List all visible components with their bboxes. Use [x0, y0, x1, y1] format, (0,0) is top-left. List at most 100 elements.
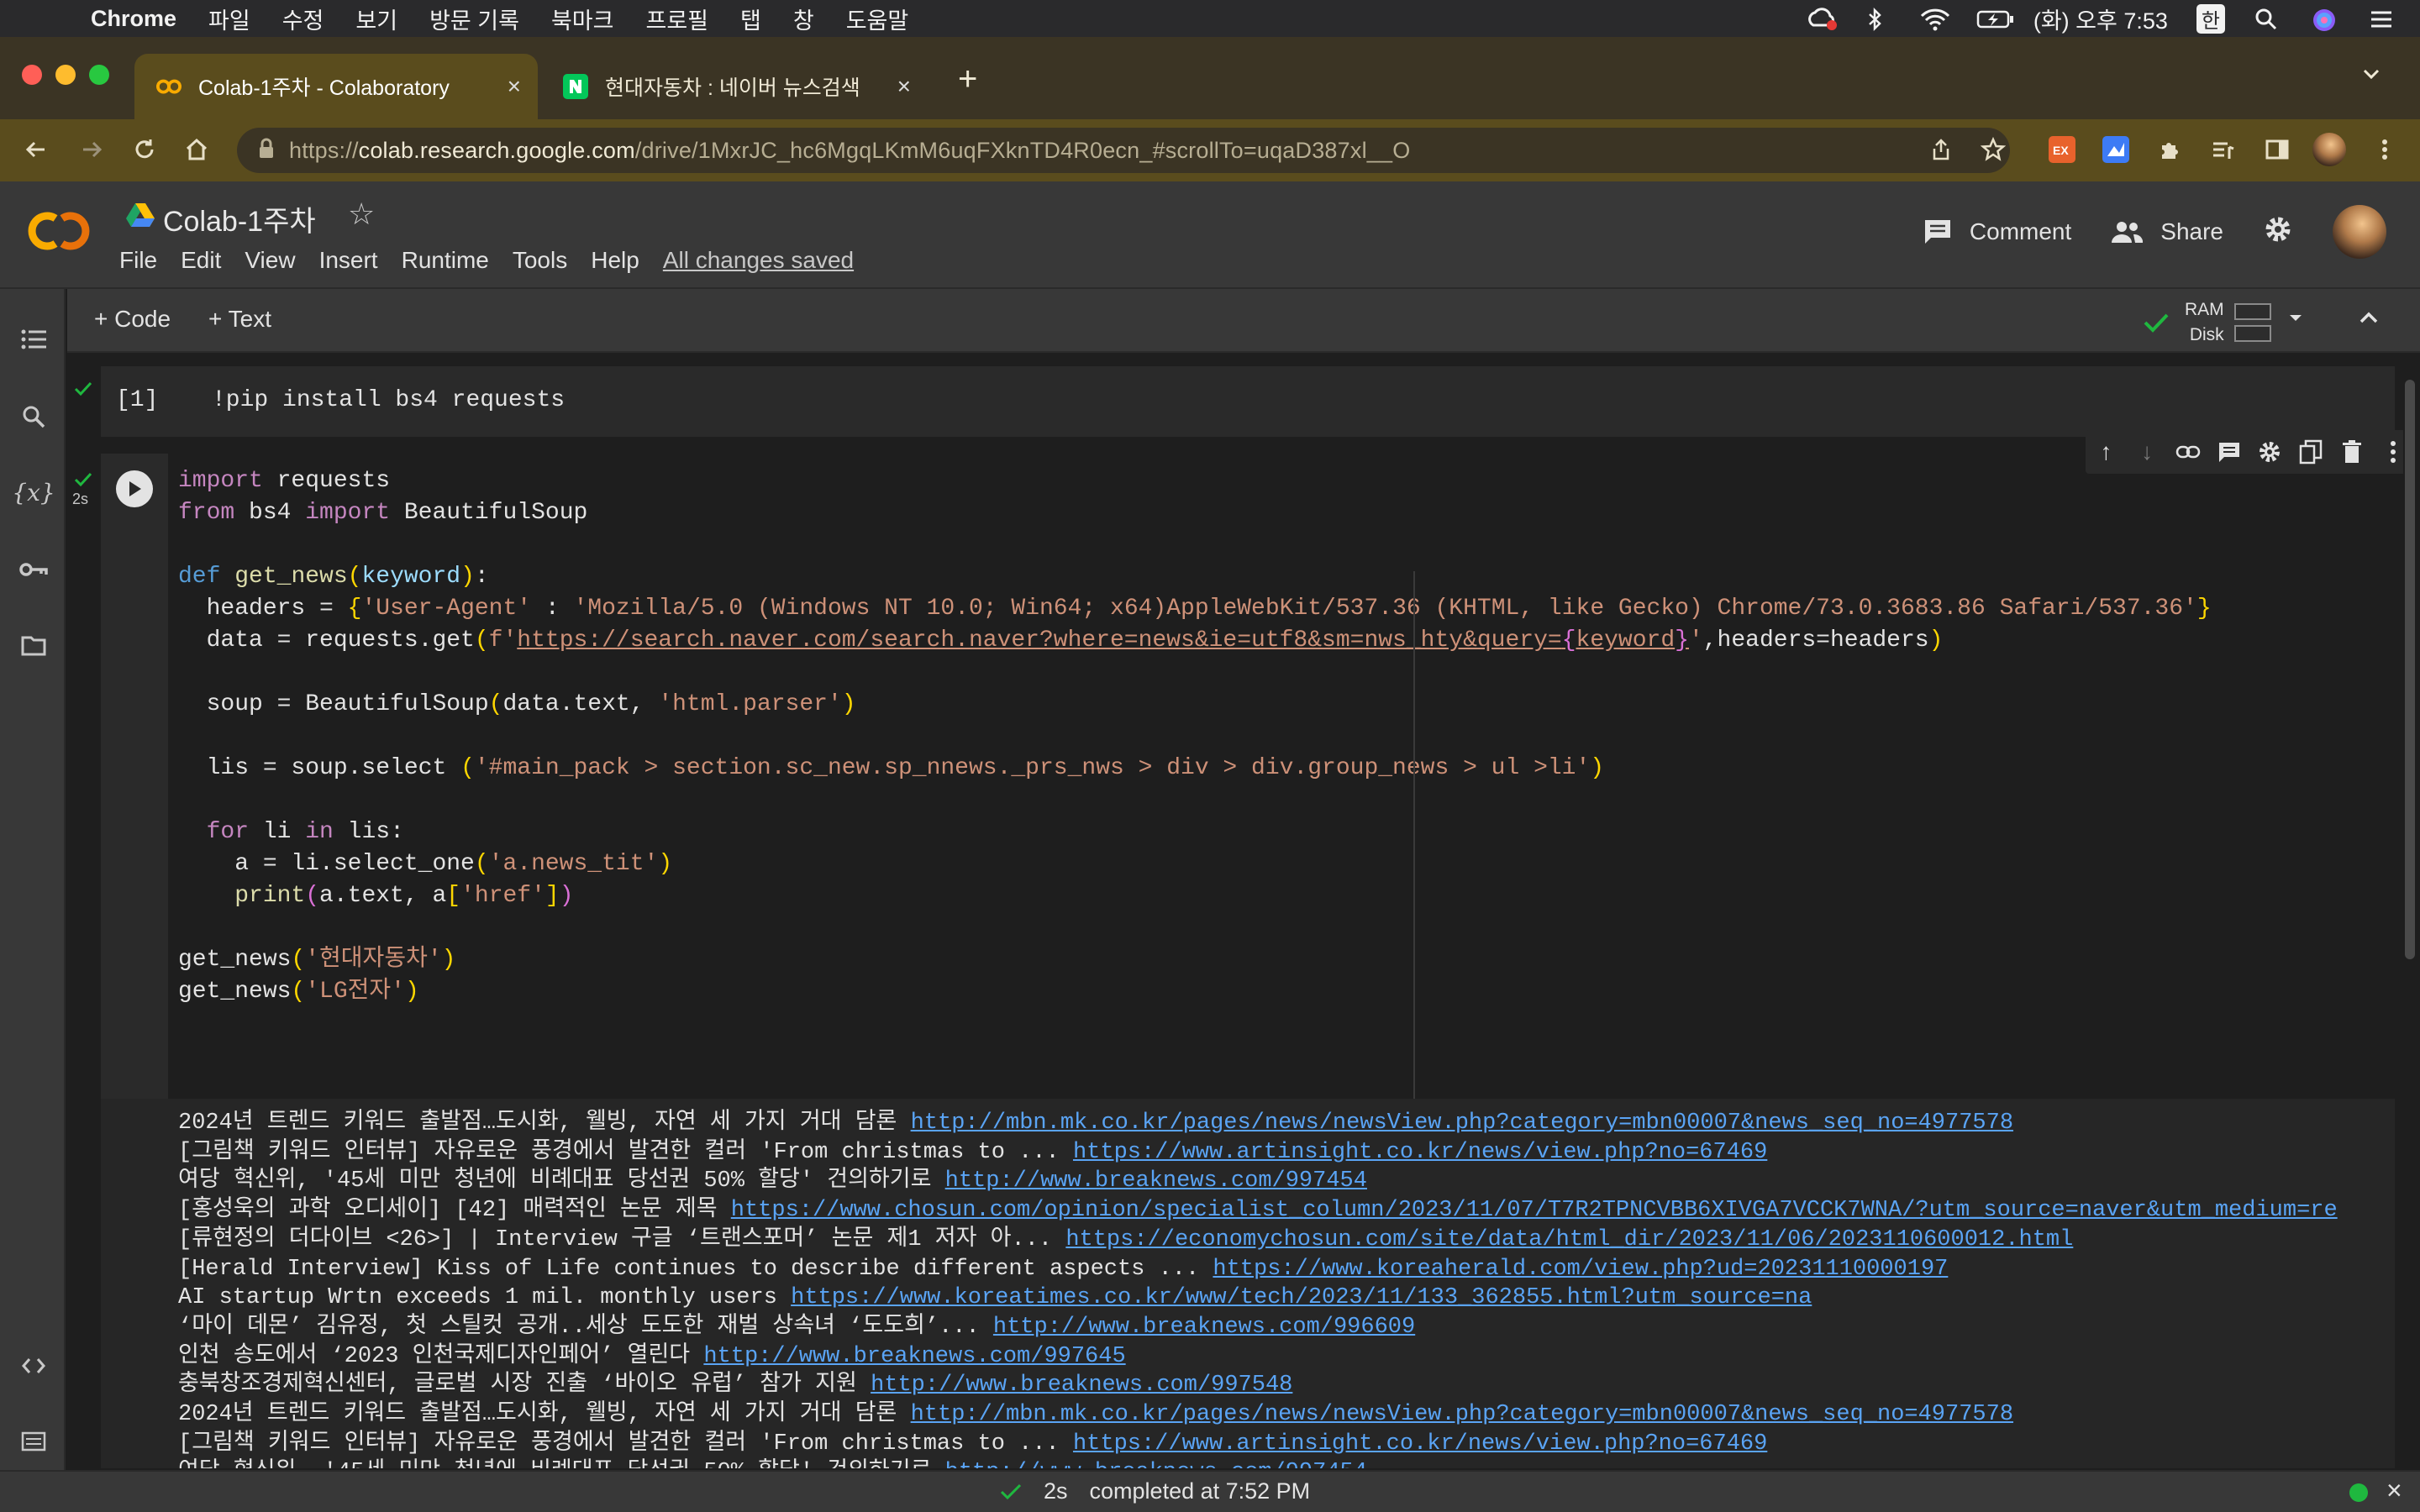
tab-search-icon[interactable] [2360, 62, 2383, 90]
collapse-header-icon[interactable] [2356, 306, 2381, 335]
menubar-clock[interactable]: (화) 오후 7:53 [2033, 3, 2168, 35]
input-source-indicator[interactable]: 한 [2196, 3, 2225, 34]
output-link[interactable]: http://www.breaknews.com/997548 [871, 1373, 1292, 1398]
runtime-dropdown-icon[interactable] [2286, 307, 2306, 332]
connection-status-dot[interactable] [2349, 1483, 2368, 1502]
notebook-title[interactable]: Colab-1주차 [163, 198, 316, 239]
output-link[interactable]: https://www.artinsight.co.kr/news/view.p… [1073, 1431, 1767, 1457]
code-cell-1[interactable]: [1] !pip install bs4 requests [101, 366, 2395, 437]
delete-cell-icon[interactable] [2335, 435, 2369, 469]
save-status-link[interactable]: All changes saved [663, 247, 854, 274]
google-drive-icon[interactable] [126, 202, 155, 231]
code-snippets-icon[interactable] [17, 1349, 50, 1383]
reload-icon[interactable] [128, 133, 161, 166]
find-icon[interactable] [17, 400, 50, 433]
chrome-menu-icon[interactable] [2368, 133, 2402, 166]
favorite-star-icon[interactable]: ☆ [348, 197, 375, 232]
menu-file[interactable]: File [119, 247, 157, 274]
siri-icon[interactable] [2311, 7, 2339, 31]
output-link[interactable]: https://www.koreatimes.co.kr/www/tech/20… [791, 1285, 1812, 1310]
menu-view[interactable]: View [245, 247, 295, 274]
add-text-cell-button[interactable]: + Text [208, 306, 271, 333]
command-palette-icon[interactable] [17, 1425, 50, 1458]
run-cell-button[interactable] [116, 470, 153, 507]
extensions-puzzle-icon[interactable] [2153, 133, 2186, 166]
status-text[interactable]: completed at 7:52 PM [1090, 1478, 1311, 1504]
move-cell-down-icon[interactable]: ↓ [2130, 435, 2164, 469]
share-button[interactable]: Share [2110, 218, 2223, 245]
new-tab-icon[interactable]: + [958, 60, 977, 98]
menubar-app-name[interactable]: Chrome [91, 6, 176, 32]
mirror-cell-icon[interactable] [2294, 435, 2328, 469]
add-comment-icon[interactable] [2212, 435, 2246, 469]
output-link[interactable]: https://www.koreaherald.com/view.php?ud=… [1213, 1257, 1948, 1282]
colab-logo-icon[interactable] [24, 208, 94, 258]
tab-naver-news[interactable]: 현대자동차 : 네이버 뉴스검색 × [541, 54, 928, 119]
window-close-button[interactable] [22, 65, 42, 85]
tab-close-icon[interactable]: × [508, 73, 521, 100]
control-center-icon[interactable] [2368, 7, 2396, 30]
cell-source[interactable]: !pip install bs4 requests [212, 385, 565, 417]
link-to-cell-icon[interactable] [2171, 435, 2205, 469]
menubar-item-help[interactable]: 도움말 [846, 3, 909, 35]
side-panel-icon[interactable] [2260, 133, 2294, 166]
output-link[interactable]: http://mbn.mk.co.kr/pages/news/newsView.… [911, 1110, 2013, 1136]
lock-icon[interactable] [257, 138, 276, 164]
extension-blue-icon[interactable] [2099, 133, 2133, 166]
menubar-item-bookmarks[interactable]: 북마크 [551, 3, 614, 35]
settings-gear-icon[interactable] [2262, 213, 2294, 251]
variables-icon[interactable]: {x} [12, 475, 55, 509]
bookmark-star-icon[interactable] [1976, 133, 2010, 166]
menubar-item-file[interactable]: 파일 [208, 3, 250, 35]
cell-source[interactable]: import requests from bs4 import Beautifu… [178, 465, 2212, 1008]
forward-icon[interactable] [76, 133, 109, 166]
menu-tools[interactable]: Tools [513, 247, 567, 274]
move-cell-up-icon[interactable]: ↑ [2089, 435, 2123, 469]
profile-avatar[interactable] [2312, 133, 2346, 166]
share-page-icon[interactable] [1924, 133, 1958, 166]
wifi-icon[interactable] [1919, 7, 1949, 31]
menubar-item-history[interactable]: 방문 기록 [429, 3, 519, 35]
comment-button[interactable]: Comment [1923, 218, 2071, 246]
home-icon[interactable] [180, 133, 213, 166]
table-of-contents-icon[interactable] [17, 323, 50, 356]
secrets-key-icon[interactable] [17, 553, 50, 586]
notebook-scrollbar[interactable] [2403, 366, 2417, 1467]
output-link[interactable]: http://www.breaknews.com/997454 [945, 1460, 1367, 1468]
menubar-item-window[interactable]: 창 [793, 3, 814, 35]
spotlight-search-icon[interactable] [2254, 7, 2282, 30]
address-bar[interactable]: https://colab.research.google.com/drive/… [237, 128, 2010, 173]
output-link[interactable]: https://www.chosun.com/opinion/specialis… [731, 1198, 2338, 1223]
creative-cloud-icon[interactable] [1805, 7, 1837, 30]
account-avatar[interactable] [2333, 205, 2386, 259]
menubar-item-edit[interactable]: 수정 [282, 3, 324, 35]
back-icon[interactable] [18, 133, 52, 166]
menu-help[interactable]: Help [591, 247, 639, 274]
menu-edit[interactable]: Edit [181, 247, 221, 274]
code-cell-2[interactable]: import requests from bs4 import Beautifu… [101, 454, 2395, 1196]
close-status-icon[interactable]: × [2386, 1475, 2402, 1506]
output-link[interactable]: http://mbn.mk.co.kr/pages/news/newsView.… [911, 1402, 2013, 1427]
window-zoom-button[interactable] [89, 65, 109, 85]
window-minimize-button[interactable] [55, 65, 76, 85]
output-link[interactable]: http://www.breaknews.com/996609 [993, 1315, 1415, 1340]
output-link[interactable]: https://economychosun.com/site/data/html… [1065, 1227, 2073, 1252]
menu-insert[interactable]: Insert [319, 247, 378, 274]
runtime-resources-indicator[interactable]: RAM Disk [2143, 297, 2271, 348]
reading-list-icon[interactable] [2207, 133, 2240, 166]
menu-runtime[interactable]: Runtime [402, 247, 489, 274]
tab-close-icon[interactable]: × [897, 73, 911, 100]
extension-ex-icon[interactable]: EX [2045, 133, 2079, 166]
files-folder-icon[interactable] [17, 628, 50, 662]
output-link[interactable]: https://www.artinsight.co.kr/news/view.p… [1073, 1140, 1767, 1165]
add-code-cell-button[interactable]: + Code [94, 306, 171, 333]
address-url[interactable]: https://colab.research.google.com/drive/… [289, 138, 1410, 164]
menubar-item-view[interactable]: 보기 [355, 3, 397, 35]
output-link[interactable]: http://www.breaknews.com/997454 [945, 1168, 1367, 1194]
bluetooth-icon[interactable] [1862, 7, 1891, 32]
output-link[interactable]: http://www.breaknews.com/997645 [703, 1344, 1125, 1369]
cell-settings-icon[interactable] [2253, 435, 2286, 469]
tab-colab[interactable]: Colab-1주차 - Colaboratory × [134, 54, 538, 119]
scrollbar-thumb[interactable] [2405, 380, 2415, 959]
menubar-item-profiles[interactable]: 프로필 [645, 3, 708, 35]
